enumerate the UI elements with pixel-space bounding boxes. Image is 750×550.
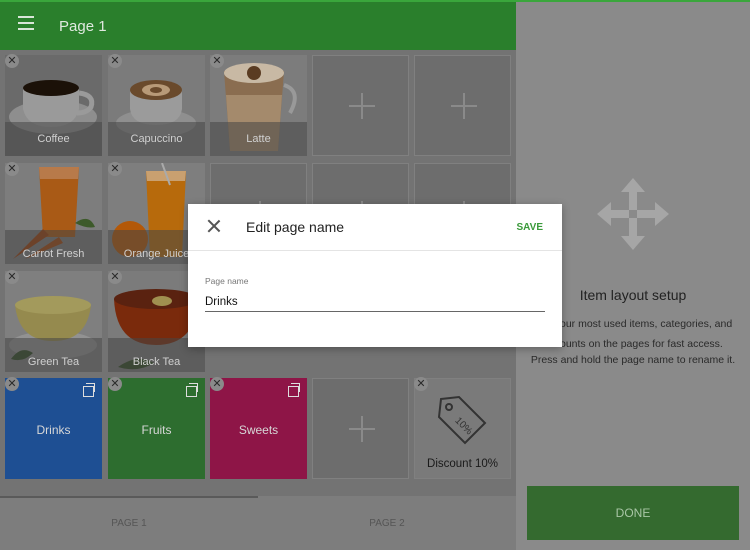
edit-page-name-dialog: Edit page name SAVE Page name bbox=[188, 204, 562, 347]
category-label: Drinks bbox=[36, 423, 71, 437]
move-arrows-icon bbox=[597, 178, 669, 250]
item-tile-latte[interactable]: Latte bbox=[210, 55, 307, 156]
item-label: Coffee bbox=[5, 122, 102, 156]
empty-slot[interactable] bbox=[312, 55, 409, 156]
copy-icon bbox=[83, 383, 95, 397]
save-button[interactable]: SAVE bbox=[517, 222, 544, 233]
page-title[interactable]: Page 1 bbox=[59, 18, 107, 35]
close-icon[interactable] bbox=[207, 219, 221, 233]
remove-item-icon[interactable]: ✕ bbox=[5, 377, 19, 391]
page-tabs: PAGE 1 PAGE 2 bbox=[0, 496, 516, 550]
item-label: Latte bbox=[210, 122, 307, 156]
remove-item-icon[interactable]: ✕ bbox=[108, 54, 122, 68]
remove-item-icon[interactable]: ✕ bbox=[108, 162, 122, 176]
empty-slot[interactable] bbox=[312, 378, 409, 479]
empty-slot[interactable] bbox=[414, 55, 511, 156]
app-header: Page 1 bbox=[0, 0, 516, 50]
remove-item-icon[interactable]: ✕ bbox=[210, 54, 224, 68]
item-label: Green Tea bbox=[5, 338, 102, 372]
item-label: Capuccino bbox=[108, 122, 205, 156]
tab-page-2[interactable]: PAGE 2 bbox=[258, 518, 516, 529]
add-icon bbox=[451, 93, 477, 119]
price-tag-icon: 10% bbox=[437, 395, 487, 445]
active-tab-indicator bbox=[0, 496, 258, 498]
remove-item-icon[interactable]: ✕ bbox=[414, 377, 428, 391]
copy-icon bbox=[186, 383, 198, 397]
remove-item-icon[interactable]: ✕ bbox=[5, 270, 19, 284]
category-tile-drinks[interactable]: Drinks bbox=[5, 378, 102, 479]
category-tile-sweets[interactable]: Sweets bbox=[210, 378, 307, 479]
discount-tile[interactable]: 10% Discount 10% bbox=[414, 378, 511, 479]
dialog-header: Edit page name SAVE bbox=[188, 204, 562, 251]
discount-label: Discount 10% bbox=[427, 458, 498, 470]
copy-icon bbox=[288, 383, 300, 397]
remove-item-icon[interactable]: ✕ bbox=[210, 377, 224, 391]
item-tile-carrot-fresh[interactable]: Carrot Fresh bbox=[5, 163, 102, 264]
done-button[interactable]: DONE bbox=[527, 486, 739, 540]
category-label: Sweets bbox=[238, 423, 279, 437]
hamburger-icon[interactable] bbox=[18, 16, 34, 30]
tab-page-1[interactable]: PAGE 1 bbox=[0, 518, 258, 529]
remove-item-icon[interactable]: ✕ bbox=[5, 162, 19, 176]
dialog-title: Edit page name bbox=[246, 219, 345, 235]
page-name-input[interactable] bbox=[205, 293, 545, 312]
item-tile-coffee[interactable]: Coffee bbox=[5, 55, 102, 156]
category-tile-fruits[interactable]: Fruits bbox=[108, 378, 205, 479]
add-icon bbox=[349, 416, 375, 442]
page-name-label: Page name bbox=[205, 276, 249, 286]
item-tile-capuccino[interactable]: Capuccino bbox=[108, 55, 205, 156]
panel-description-line: ounts on the pages for fast access. bbox=[560, 338, 723, 350]
item-label: Carrot Fresh bbox=[5, 230, 102, 264]
remove-item-icon[interactable]: ✕ bbox=[108, 377, 122, 391]
panel-hint: Press and hold the page name to rename i… bbox=[530, 354, 736, 366]
remove-item-icon[interactable]: ✕ bbox=[5, 54, 19, 68]
remove-item-icon[interactable]: ✕ bbox=[108, 270, 122, 284]
item-tile-green-tea[interactable]: Green Tea bbox=[5, 271, 102, 372]
panel-description: our most used items, categories, and oun… bbox=[560, 314, 750, 354]
category-label: Fruits bbox=[141, 423, 172, 437]
add-icon bbox=[349, 93, 375, 119]
panel-description-line: our most used items, categories, and bbox=[560, 318, 733, 330]
